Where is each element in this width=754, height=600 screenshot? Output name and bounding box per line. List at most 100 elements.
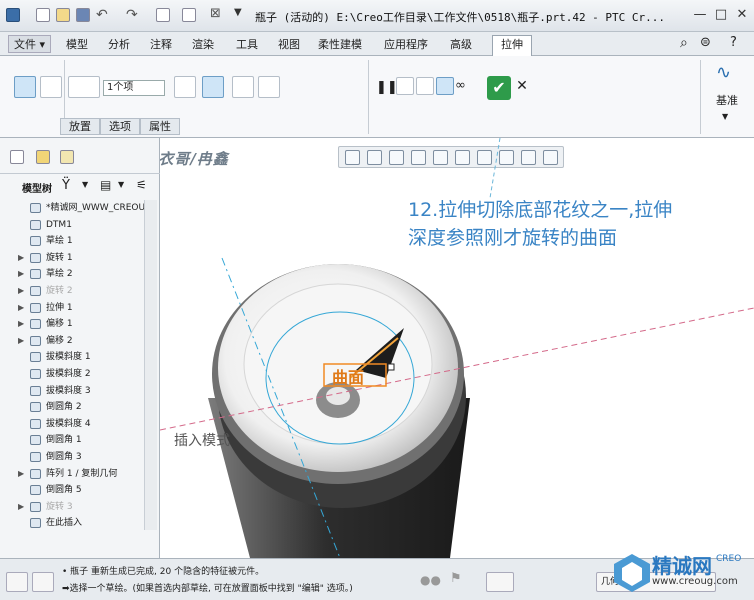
- preview-icon[interactable]: [416, 77, 434, 95]
- cancel-button[interactable]: ✕: [514, 78, 530, 98]
- expand-icon[interactable]: ▶: [18, 283, 24, 300]
- tab-extrude[interactable]: 拉伸: [492, 35, 532, 56]
- tree-item[interactable]: 拔模斜度 1: [4, 349, 144, 366]
- flip-material-icon[interactable]: [258, 76, 280, 98]
- search-icon[interactable]: ⌕: [680, 35, 688, 51]
- show-icon[interactable]: ▤: [100, 178, 111, 192]
- tab-model[interactable]: 模型: [66, 36, 88, 54]
- regenerate-icon[interactable]: [156, 8, 170, 22]
- tab-advanced[interactable]: 高级: [450, 36, 472, 54]
- close-window-icon[interactable]: ⊠: [210, 6, 221, 21]
- open-file-icon[interactable]: [56, 8, 70, 22]
- minimize-button[interactable]: —: [690, 6, 710, 24]
- expand-icon[interactable]: ▶: [18, 499, 24, 516]
- layout-icon[interactable]: [6, 572, 28, 592]
- depth-value-field[interactable]: 1个项: [103, 80, 165, 96]
- tree-item[interactable]: 草绘 1: [4, 233, 144, 250]
- tree-item[interactable]: 在此插入: [4, 515, 144, 532]
- maximize-button[interactable]: □: [711, 6, 731, 24]
- expand-icon[interactable]: ▶: [18, 266, 24, 283]
- tree-item[interactable]: 倒圆角 5: [4, 482, 144, 499]
- tree-item-label: 阵列 1 / 复制几何: [46, 468, 118, 479]
- filter-icon[interactable]: ⚟: [136, 178, 147, 192]
- tab-analysis[interactable]: 分析: [108, 36, 130, 54]
- find-icon[interactable]: [486, 572, 514, 592]
- tree-item[interactable]: *精诚网_WWW_CREOU: [4, 200, 146, 217]
- tree-item[interactable]: ▶ 旋转 3: [4, 499, 144, 516]
- tree-item[interactable]: ▶ 旋转 2: [4, 283, 144, 300]
- tree-item-label: 旋转 1: [46, 252, 73, 263]
- tab-applications[interactable]: 应用程序: [384, 36, 428, 54]
- flip-direction-icon[interactable]: [174, 76, 196, 98]
- flag-icon[interactable]: ⚑: [450, 571, 462, 586]
- tree-scrollbar[interactable]: [144, 200, 157, 530]
- datum-dropdown-icon[interactable]: ▼: [722, 112, 728, 121]
- expand-icon[interactable]: ▶: [18, 333, 24, 350]
- tree-item[interactable]: 倒圆角 1: [4, 432, 144, 449]
- tree-item[interactable]: ▶ 阵列 1 / 复制几何: [4, 466, 144, 483]
- tree-item-label: *精诚网_WWW_CREOU: [46, 203, 146, 213]
- expand-icon[interactable]: ▶: [18, 250, 24, 267]
- tree-item-label: 旋转 2: [46, 285, 73, 296]
- ok-button[interactable]: ✔: [487, 76, 511, 100]
- redo-icon[interactable]: ↷: [126, 7, 138, 23]
- help-icon[interactable]: ?: [730, 35, 737, 50]
- logo-brand: 精诚网: [652, 554, 712, 578]
- tab-options[interactable]: 选项: [100, 118, 140, 135]
- tree-item[interactable]: ▶ 偏移 2: [4, 333, 144, 350]
- qa-dropdown-icon[interactable]: ▼: [234, 7, 242, 18]
- feature-icon: [30, 302, 41, 313]
- tree-item[interactable]: ▶ 草绘 2: [4, 266, 144, 283]
- graphics-viewport[interactable]: 精诚网 破衣哥/冉鑫 12.拉伸切除底部花纹之一,拉伸 深度参照刚才旋转的曲面: [160, 138, 754, 558]
- tree-item[interactable]: DTM1: [4, 217, 144, 234]
- glasses-icon[interactable]: ∞: [455, 78, 466, 93]
- tree-item[interactable]: ▶ 旋转 1: [4, 250, 144, 267]
- thicken-icon[interactable]: [232, 76, 254, 98]
- folder-tab-icon[interactable]: [36, 150, 50, 164]
- remove-material-icon[interactable]: [202, 76, 224, 98]
- tab-render[interactable]: 渲染: [192, 36, 214, 54]
- verify-icon[interactable]: [436, 77, 454, 95]
- undo-icon[interactable]: ↶: [96, 7, 108, 23]
- tree-item[interactable]: 拔模斜度 2: [4, 366, 144, 383]
- tree-item[interactable]: ▶ 偏移 1: [4, 316, 144, 333]
- tree-settings-dropdown-icon[interactable]: ▼: [82, 180, 88, 189]
- tree-item-label: 草绘 1: [46, 236, 73, 247]
- model-tree-tab-icon[interactable]: [10, 150, 24, 164]
- show-dropdown-icon[interactable]: ▼: [118, 180, 124, 189]
- tab-properties[interactable]: 属性: [140, 118, 180, 135]
- tree-item[interactable]: ▶ 拉伸 1: [4, 300, 144, 317]
- new-file-icon[interactable]: [36, 8, 50, 22]
- solid-extrude-icon[interactable]: [14, 76, 36, 98]
- feature-icon: [30, 236, 41, 247]
- tree-item[interactable]: 倒圆角 2: [4, 399, 144, 416]
- favorites-tab-icon[interactable]: [60, 150, 74, 164]
- expand-icon[interactable]: ▶: [18, 316, 24, 333]
- feature-icon: [30, 252, 41, 263]
- tree-item[interactable]: 倒圆角 3: [4, 449, 144, 466]
- no-preview-icon[interactable]: [396, 77, 414, 95]
- depth-option-icon[interactable]: [68, 76, 100, 98]
- tree-item[interactable]: 拔模斜度 3: [4, 383, 144, 400]
- datum-label[interactable]: 基准: [716, 92, 738, 108]
- app-icon[interactable]: [6, 8, 20, 22]
- tab-tools[interactable]: 工具: [236, 36, 258, 54]
- save-icon[interactable]: [76, 8, 90, 22]
- surface-extrude-icon[interactable]: [40, 76, 62, 98]
- help-menu-icon[interactable]: ⊜: [700, 35, 711, 50]
- tree-item[interactable]: 拔模斜度 4: [4, 416, 144, 433]
- tab-file[interactable]: 文件 ▾: [8, 35, 52, 53]
- tab-flexible-modeling[interactable]: 柔性建模: [318, 36, 362, 54]
- tab-placement[interactable]: 放置: [60, 118, 100, 135]
- window-icon[interactable]: [182, 8, 196, 22]
- model-tree-label[interactable]: 模型树: [22, 180, 52, 195]
- expand-icon[interactable]: ▶: [18, 466, 24, 483]
- expand-icon[interactable]: ▶: [18, 300, 24, 317]
- datum-icon[interactable]: ∿: [716, 62, 731, 83]
- close-button[interactable]: ✕: [732, 6, 752, 24]
- tab-annotate[interactable]: 注释: [150, 36, 172, 54]
- tab-view[interactable]: 视图: [278, 36, 300, 54]
- tree-settings-icon[interactable]: Ÿ: [62, 178, 70, 193]
- tree-toggle-icon[interactable]: [32, 572, 54, 592]
- pause-icon[interactable]: ❚❚: [376, 80, 398, 95]
